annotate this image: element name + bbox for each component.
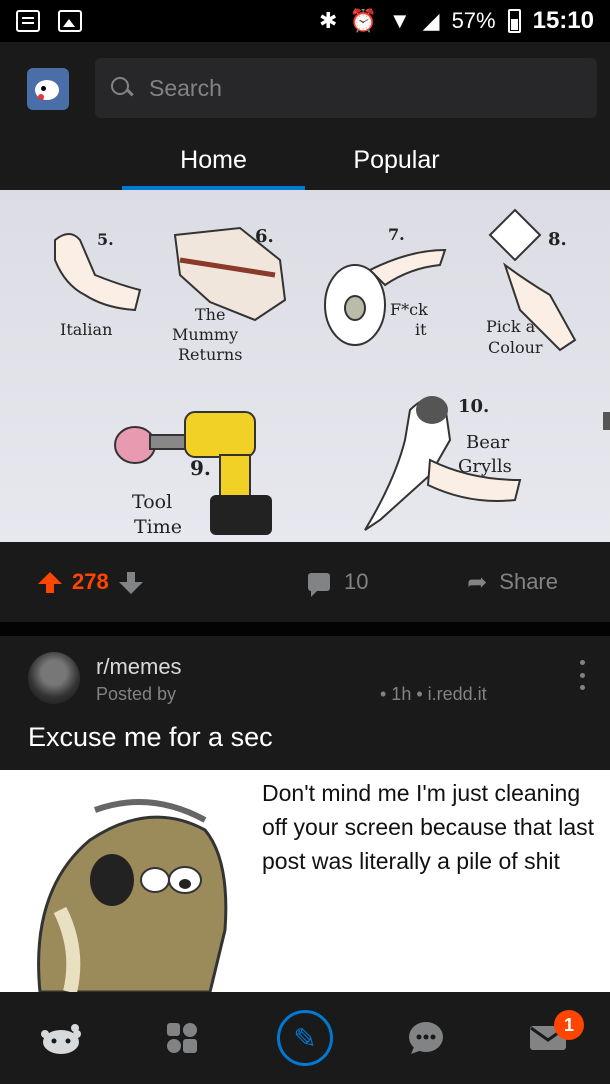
wifi-icon: ▼ [388, 8, 411, 33]
label-8: 8. [548, 229, 567, 250]
label-10: 10. [458, 396, 489, 417]
post-card[interactable]: r/memes Posted by • 1h • i.redd.it Excus… [0, 636, 610, 992]
comments-button[interactable]: 10 [308, 569, 369, 597]
alarm-icon: ⏰ [349, 8, 377, 33]
label-fck-2: it [415, 320, 427, 339]
label-pick-1: Pick a [486, 317, 536, 336]
label-mummy-2: Mummy [172, 325, 238, 344]
gallery-notification-icon [58, 10, 82, 32]
post-title[interactable]: Excuse me for a sec [28, 722, 273, 753]
post-meta: • 1h • i.redd.it [380, 684, 487, 704]
label-tool-2: Time [134, 516, 182, 538]
scroll-indicator [603, 412, 610, 430]
inbox-badge: 1 [554, 1010, 584, 1040]
communities-icon [167, 1023, 197, 1053]
pencil-icon: ✎ [277, 1010, 333, 1066]
search-input[interactable] [149, 74, 549, 102]
tab-home[interactable]: Home [122, 130, 305, 190]
app-header: Home Popular [0, 42, 610, 190]
battery-icon [507, 9, 521, 33]
subreddit-avatar[interactable] [28, 652, 80, 704]
subreddit-name[interactable]: r/memes [96, 654, 182, 680]
snoo-icon [41, 1024, 81, 1054]
vote-controls: 278 [38, 569, 238, 595]
post-action-bar: 278 10 ➦ Share [0, 542, 610, 622]
label-9: 9. [190, 456, 211, 480]
search-icon [111, 77, 133, 99]
meme-illustration: 5. Italian 6. The Mummy Returns 7. F*ck … [54, 208, 610, 538]
vote-score: 278 [72, 569, 109, 594]
feed-tabs: Home Popular [0, 130, 610, 190]
label-fck-1: F*ck [390, 300, 428, 319]
nav-communities[interactable] [152, 1008, 212, 1068]
nav-home[interactable] [31, 1008, 91, 1068]
downvote-icon[interactable] [118, 572, 143, 594]
label-7: 7. [388, 225, 405, 244]
label-bear-1: Bear [466, 432, 510, 453]
bottom-navigation: ✎ 1 [0, 992, 610, 1084]
chat-icon [409, 1022, 443, 1054]
tab-popular[interactable]: Popular [305, 130, 488, 190]
fish-cleaner-drawing [37, 799, 228, 992]
share-button[interactable]: ➦ Share [467, 568, 558, 597]
share-icon: ➦ [467, 568, 488, 596]
more-options-icon[interactable] [574, 660, 590, 690]
label-mummy-1: The [195, 305, 225, 324]
posted-by: Posted by [96, 684, 177, 704]
nav-chat[interactable] [396, 1008, 456, 1068]
search-bar[interactable] [95, 58, 597, 118]
signal-icon: ◢ [422, 8, 440, 33]
upvote-icon[interactable] [38, 572, 62, 593]
label-italian: Italian [60, 320, 112, 339]
post-image[interactable]: 5. Italian 6. The Mummy Returns 7. F*ck … [0, 190, 610, 542]
status-bar: ✱ ⏰ ▼ ◢ 57% 15:10 [0, 0, 610, 42]
clock: 15:10 [532, 7, 594, 34]
toilet-roll-drawing [324, 248, 447, 346]
nav-create-post[interactable]: ✎ [275, 1008, 335, 1068]
label-bear-2: Grylls [458, 456, 512, 477]
label-pick-2: Colour [488, 338, 543, 357]
label-tool-1: Tool [132, 491, 172, 513]
nav-inbox[interactable]: 1 [518, 1008, 584, 1068]
battery-percent: 57% [451, 8, 496, 33]
label-6: 6. [255, 226, 274, 247]
bluetooth-icon: ✱ [319, 8, 338, 33]
meme-caption: Don't mind me I'm just cleaning off your… [262, 780, 594, 874]
label-5: 5. [97, 230, 114, 249]
post-image[interactable]: Don't mind me I'm just cleaning off your… [0, 770, 610, 992]
post-separator [0, 622, 610, 636]
notes-notification-icon [16, 10, 40, 32]
comment-count: 10 [344, 569, 369, 594]
share-label: Share [499, 569, 558, 594]
label-mummy-3: Returns [178, 345, 242, 364]
comment-icon [308, 573, 330, 597]
user-avatar-button[interactable] [27, 68, 69, 110]
